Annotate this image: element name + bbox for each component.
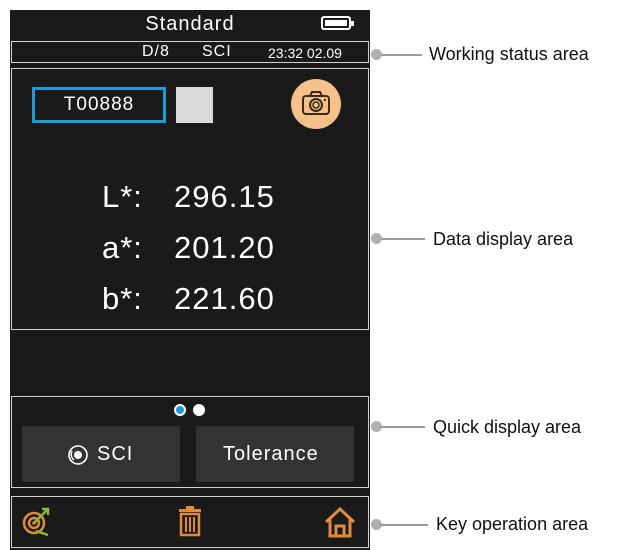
title-bar: Standard bbox=[10, 10, 370, 40]
sci-button-label: SCI bbox=[97, 443, 134, 465]
specular-mode: SCI bbox=[202, 43, 232, 60]
working-status-area: D/8 SCI 23:32 02.09 bbox=[11, 41, 369, 63]
mode-title: Standard bbox=[145, 13, 235, 35]
reading-label: a*: bbox=[102, 230, 143, 265]
measurement-geometry: D/8 bbox=[142, 43, 170, 60]
trash-icon[interactable] bbox=[176, 505, 204, 537]
sample-name-button[interactable]: T00888 bbox=[32, 87, 166, 123]
page-dot[interactable] bbox=[193, 404, 205, 416]
sci-button[interactable]: SCI bbox=[22, 426, 180, 482]
device-screen: Standard D/8 SCI 23:32 02.09 T00888 L*: … bbox=[10, 10, 370, 550]
reading-label: b*: bbox=[102, 281, 143, 316]
reading-value: 201.20 bbox=[174, 230, 275, 265]
callout-line bbox=[380, 426, 425, 428]
camera-icon bbox=[302, 91, 330, 115]
reading-label: L*: bbox=[102, 179, 143, 214]
data-display-area: T00888 L*: 296.15 a*: 201.20 b*: 221.60 bbox=[11, 68, 369, 330]
quick-display-area: SCI Tolerance bbox=[11, 396, 369, 488]
camera-button[interactable] bbox=[291, 79, 341, 129]
battery-full-icon bbox=[321, 16, 354, 30]
page-dot-active[interactable] bbox=[174, 404, 186, 416]
tolerance-button-label: Tolerance bbox=[223, 443, 319, 465]
color-swatch bbox=[176, 87, 213, 123]
tolerance-button[interactable]: Tolerance bbox=[196, 426, 354, 482]
datetime: 23:32 02.09 bbox=[268, 45, 342, 61]
callout-label: Working status area bbox=[429, 44, 589, 64]
target-icon[interactable] bbox=[20, 505, 52, 537]
callout-label: Quick display area bbox=[433, 417, 582, 437]
home-icon[interactable] bbox=[323, 505, 357, 539]
key-operation-area bbox=[11, 496, 369, 548]
reading-value: 221.60 bbox=[174, 281, 275, 316]
reading-value: 296.15 bbox=[174, 179, 275, 214]
callout-line bbox=[380, 238, 425, 240]
callout-line bbox=[380, 54, 422, 56]
callout-label: Key operation area bbox=[436, 514, 589, 534]
callout-label: Data display area bbox=[433, 229, 574, 249]
sci-mode-icon bbox=[68, 445, 88, 465]
callout-line bbox=[380, 524, 428, 526]
